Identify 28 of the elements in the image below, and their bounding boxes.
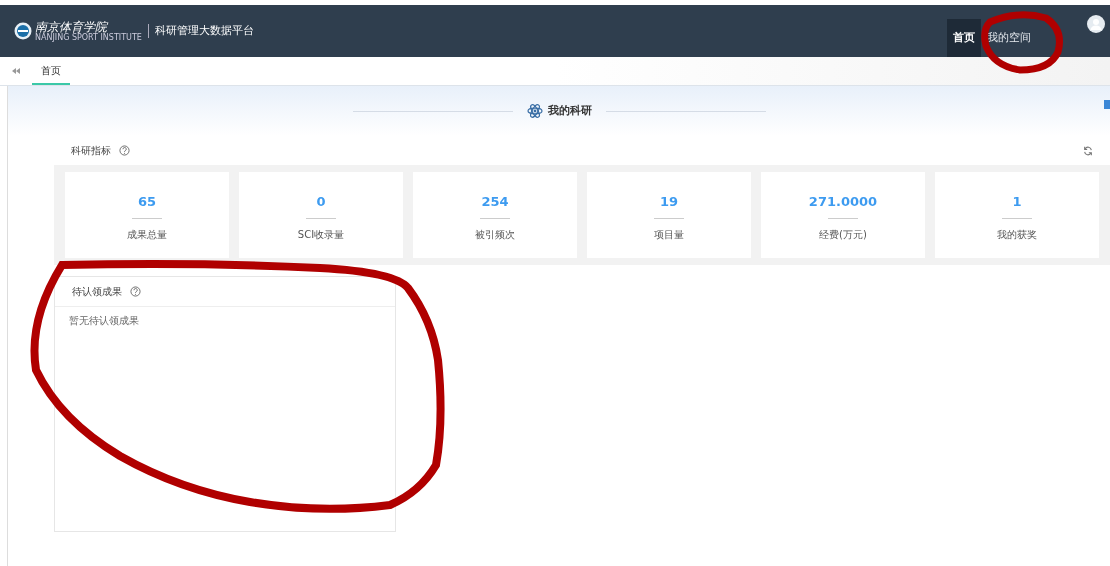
metric-label: 项目量 — [654, 227, 684, 242]
nav-link[interactable]: 首页 — [947, 19, 981, 57]
avatar-icon[interactable] — [1087, 15, 1105, 33]
double-left-arrow-icon[interactable] — [12, 68, 20, 74]
empty-message: 暂无待认领成果 — [68, 314, 140, 328]
metric-value: 271.0000 — [808, 193, 878, 211]
metric-label: SCI收录量 — [297, 227, 345, 242]
platform-title: 科研管理大数据平台 — [154, 22, 254, 39]
metric-label: 我的获奖 — [997, 227, 1037, 242]
refresh-icon[interactable] — [1083, 145, 1093, 156]
metric-label: 被引频次 — [475, 227, 515, 242]
atom-icon — [526, 103, 543, 119]
metric-value: 254 — [481, 193, 509, 211]
logo-name: 南京体育学院 — [35, 20, 108, 33]
metric-value: 0 — [316, 193, 326, 211]
nav-link[interactable]: 我的空间 — [981, 19, 1037, 57]
panel-title: 科研指标 — [71, 144, 111, 158]
section-title: 我的科研 — [547, 102, 592, 119]
emblem-icon — [14, 22, 32, 40]
help-icon — [119, 145, 130, 156]
metric-label: 经费(万元) — [819, 227, 867, 242]
panel-title: 待认领成果 — [72, 285, 122, 299]
help-icon — [130, 286, 141, 297]
logo-subtitle: NANJING SPORT INSTITUTE — [35, 33, 142, 42]
metric-value: 65 — [137, 193, 157, 211]
metric-label: 成果总量 — [127, 227, 167, 242]
metric-value: 19 — [659, 193, 679, 211]
metric-value: 1 — [1012, 193, 1022, 211]
